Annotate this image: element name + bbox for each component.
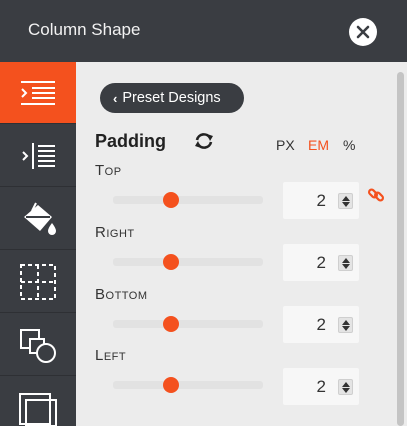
bottom-value-input[interactable]: 2 bbox=[283, 306, 359, 343]
paint-bucket-icon bbox=[24, 202, 56, 235]
preset-designs-label: Preset Designs bbox=[122, 90, 221, 106]
left-slider-track[interactable] bbox=[113, 381, 263, 389]
bottom-slider-thumb[interactable] bbox=[163, 316, 179, 332]
top-slider-thumb[interactable] bbox=[163, 192, 179, 208]
preset-designs-button[interactable]: ‹ Preset Designs bbox=[100, 83, 244, 113]
scrollbar[interactable] bbox=[397, 72, 404, 426]
right-slider-thumb[interactable] bbox=[163, 254, 179, 270]
top-value-input[interactable]: 2 bbox=[283, 182, 359, 219]
left-stepper[interactable] bbox=[338, 379, 353, 395]
sidebar-item-margin[interactable] bbox=[0, 125, 76, 187]
sidebar-item-background[interactable] bbox=[0, 188, 76, 250]
bottom-slider-track[interactable] bbox=[113, 320, 263, 328]
panel-title: Column Shape bbox=[28, 20, 141, 39]
right-stepper[interactable] bbox=[338, 255, 353, 271]
close-button[interactable] bbox=[349, 18, 377, 46]
bottom-stepper[interactable] bbox=[338, 317, 353, 333]
unit-px[interactable]: PX bbox=[276, 137, 295, 153]
left-slider-thumb[interactable] bbox=[163, 377, 179, 393]
padding-title: Padding bbox=[95, 131, 166, 151]
link-icon[interactable] bbox=[367, 186, 385, 204]
layers-icon bbox=[19, 392, 57, 426]
grid-border-icon bbox=[20, 263, 56, 300]
unit-em[interactable]: EM bbox=[308, 137, 329, 153]
bottom-label: BOTTOM bbox=[95, 286, 148, 303]
margin-icon bbox=[22, 142, 55, 169]
top-label: TOP bbox=[95, 162, 122, 179]
sidebar-item-shape[interactable] bbox=[0, 314, 76, 376]
refresh-icon[interactable] bbox=[193, 131, 215, 151]
sidebar bbox=[0, 62, 86, 426]
top-stepper[interactable] bbox=[338, 193, 353, 209]
left-label: LEFT bbox=[95, 347, 127, 364]
unit-percent[interactable]: % bbox=[343, 137, 355, 153]
sidebar-item-border[interactable] bbox=[0, 251, 76, 313]
chevron-left-icon: ‹ bbox=[113, 90, 118, 106]
padding-icon bbox=[21, 80, 55, 105]
sidebar-item-padding[interactable] bbox=[0, 62, 86, 124]
close-icon bbox=[356, 25, 370, 39]
panel-header: Column Shape bbox=[0, 0, 407, 62]
right-label: RIGHT bbox=[95, 224, 135, 241]
left-value-input[interactable]: 2 bbox=[283, 368, 359, 405]
sidebar-item-layers[interactable] bbox=[0, 377, 76, 426]
top-slider-track[interactable] bbox=[113, 196, 263, 204]
right-value-input[interactable]: 2 bbox=[283, 244, 359, 281]
right-slider-track[interactable] bbox=[113, 258, 263, 266]
shapes-icon bbox=[20, 328, 56, 363]
